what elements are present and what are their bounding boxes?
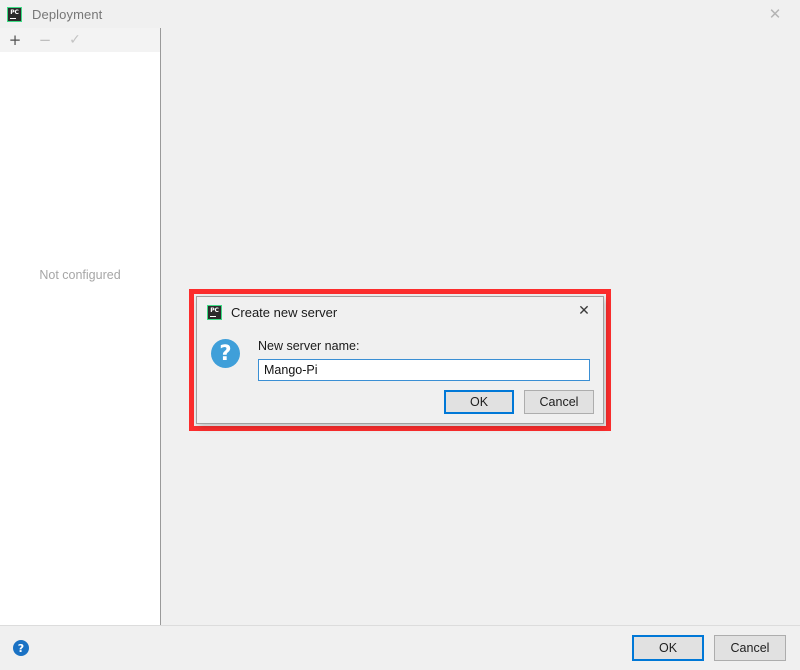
pycharm-icon: PC <box>207 304 222 320</box>
close-icon[interactable]: ✕ <box>573 301 595 321</box>
dialog-body: ? New server name: OK Cancel <box>197 327 603 423</box>
plus-icon[interactable]: + <box>6 31 24 49</box>
pycharm-icon: PC <box>7 6 22 22</box>
window-action-buttons: OK Cancel <box>632 635 786 661</box>
create-new-server-dialog: PC Create new server ✕ ? New server name… <box>196 296 604 424</box>
empty-state-label: Not configured <box>39 268 121 282</box>
server-toolbar: + − ✓ <box>0 28 160 52</box>
new-server-name-input[interactable] <box>258 359 590 381</box>
dialog-action-buttons: OK Cancel <box>444 390 594 414</box>
window-content: + − ✓ Not configured PC Create new serve… <box>0 28 800 625</box>
dialog-cancel-button[interactable]: Cancel <box>524 390 594 414</box>
window-bottom-bar: ? OK Cancel <box>0 625 800 670</box>
window-titlebar: PC Deployment ✕ <box>0 0 800 28</box>
dialog-title: Create new server <box>231 304 338 320</box>
server-list[interactable]: Not configured <box>0 52 160 625</box>
server-list-pane: + − ✓ Not configured <box>0 28 161 625</box>
page-title: Deployment <box>32 6 103 22</box>
close-icon[interactable]: ✕ <box>764 4 786 24</box>
check-icon[interactable]: ✓ <box>66 31 84 49</box>
deployment-window: PC Deployment ✕ + − ✓ Not configured PC <box>0 0 800 670</box>
question-icon: ? <box>211 339 240 368</box>
cancel-button[interactable]: Cancel <box>714 635 786 661</box>
ok-button[interactable]: OK <box>632 635 704 661</box>
dialog-ok-button[interactable]: OK <box>444 390 514 414</box>
dialog-titlebar: PC Create new server ✕ <box>197 297 603 327</box>
new-server-name-label: New server name: <box>258 339 360 353</box>
minus-icon[interactable]: − <box>36 31 54 49</box>
help-icon[interactable]: ? <box>13 640 29 656</box>
